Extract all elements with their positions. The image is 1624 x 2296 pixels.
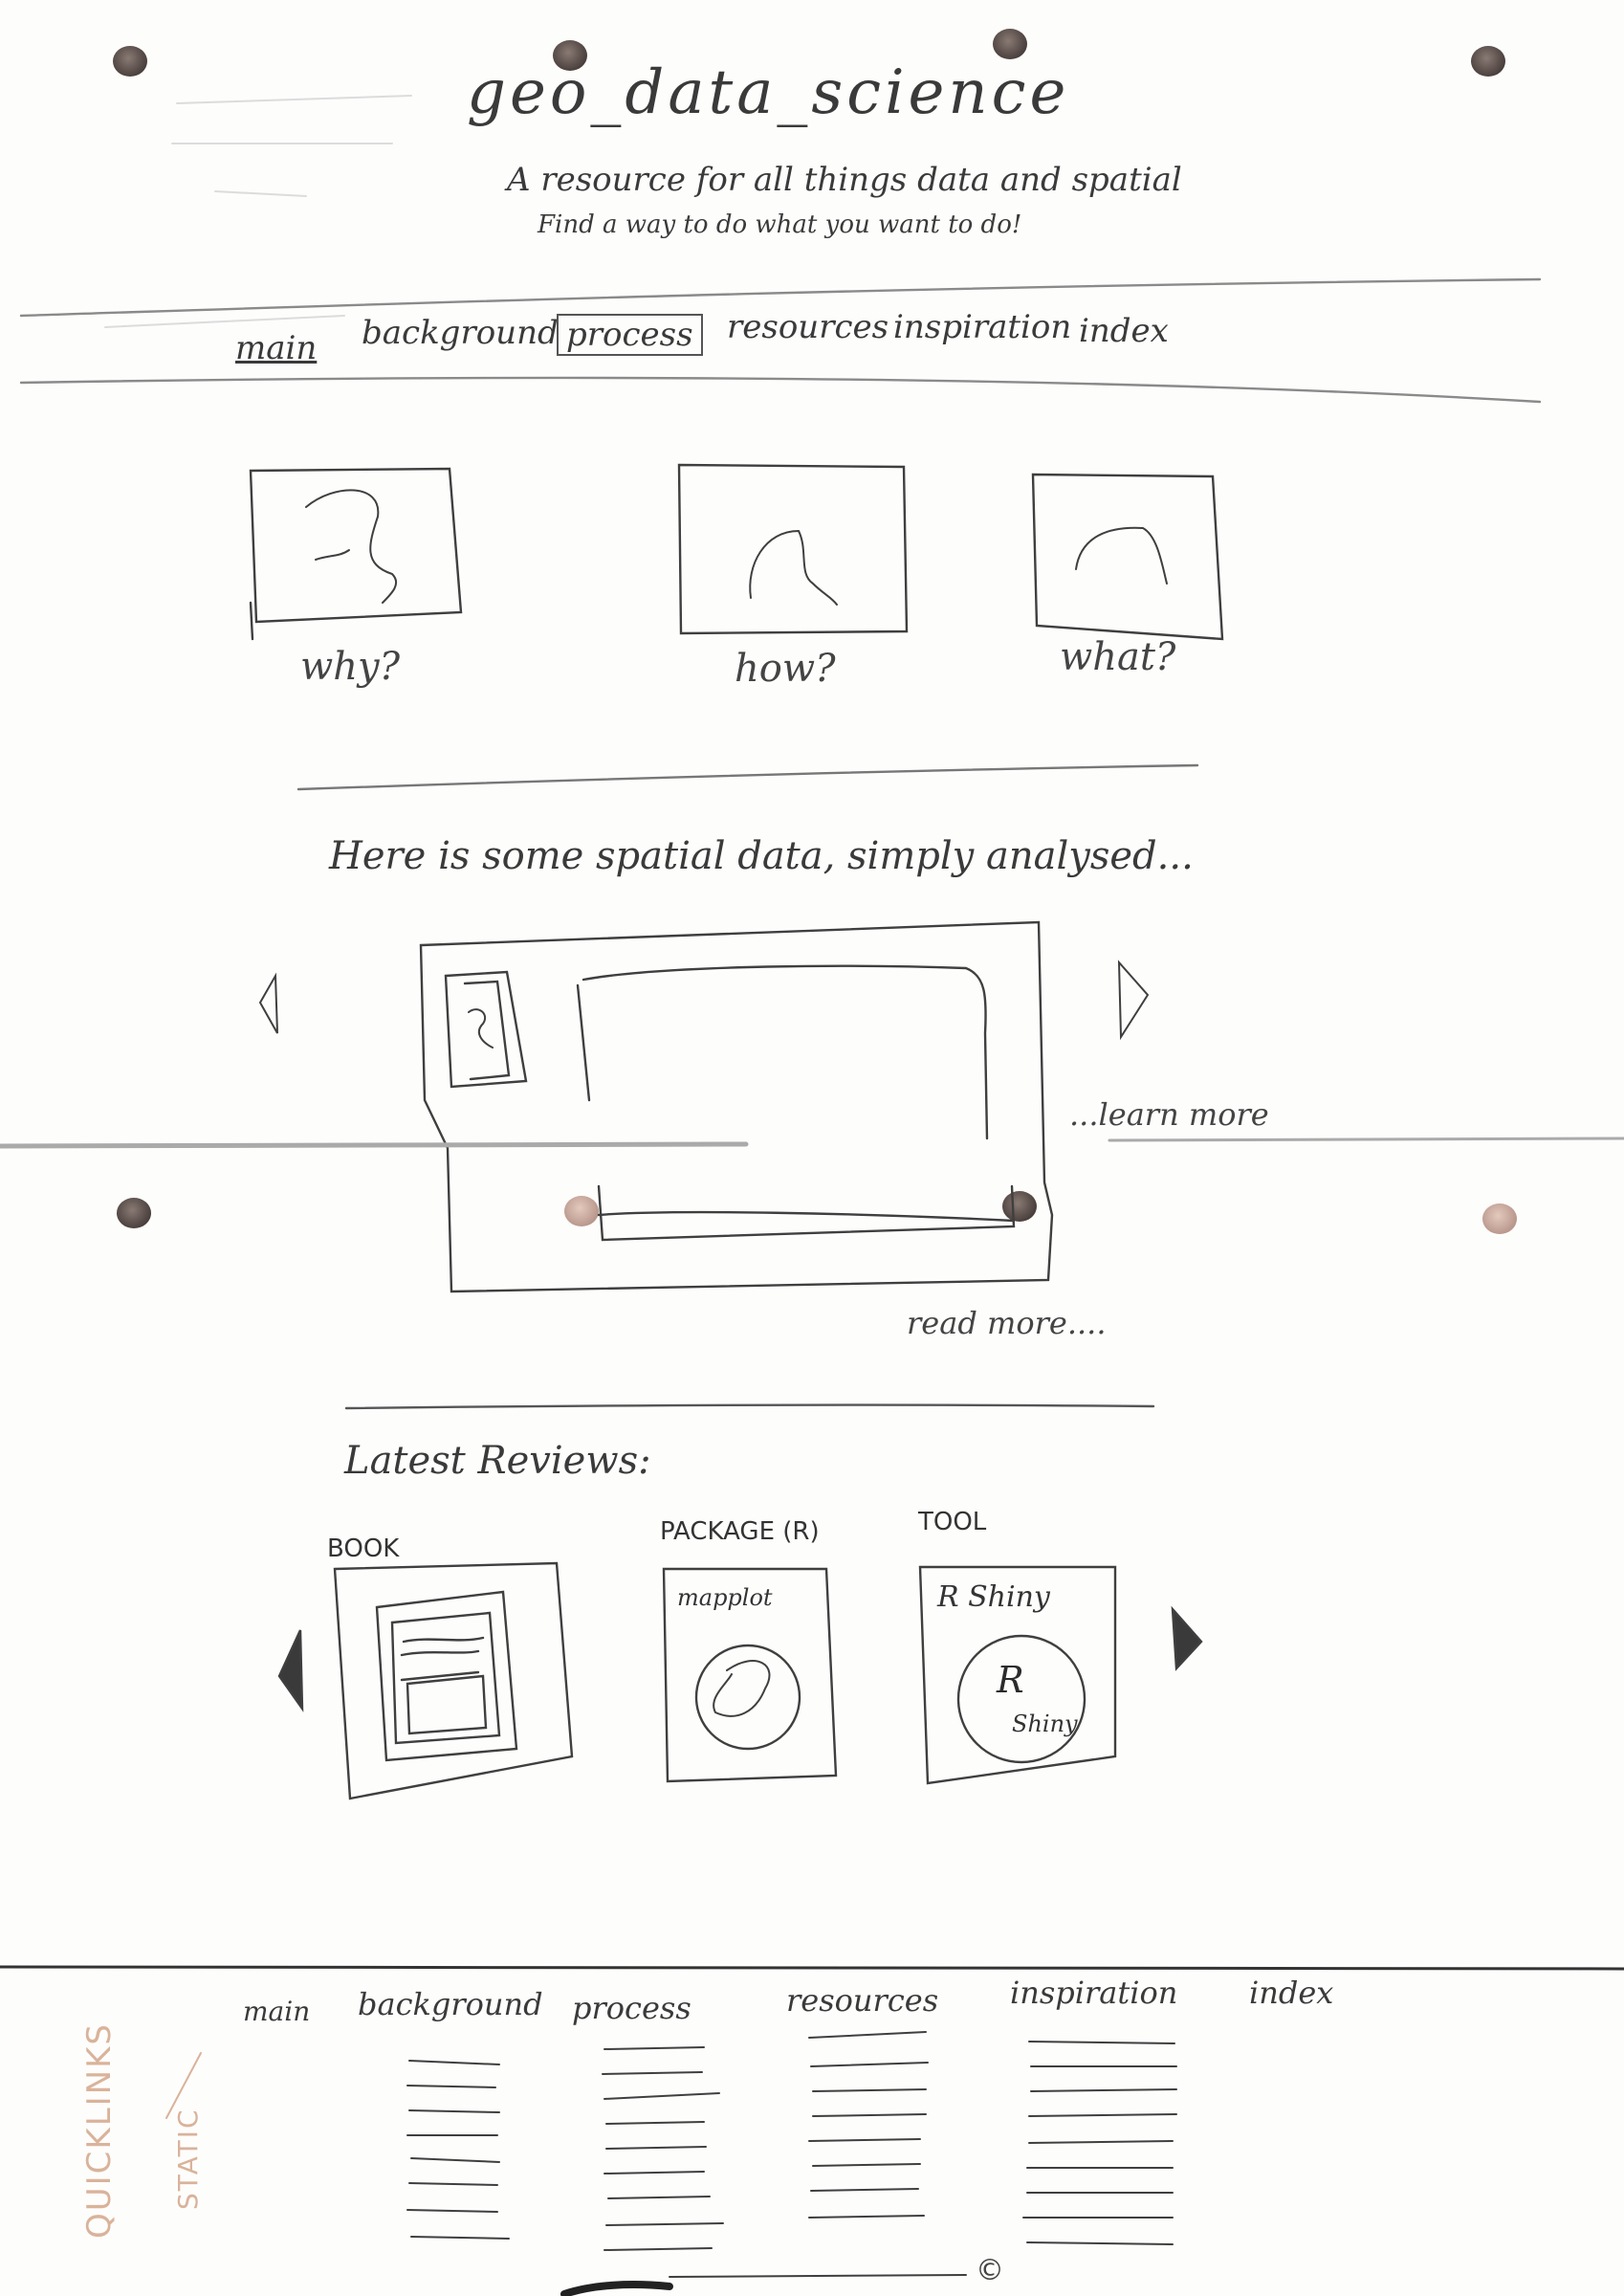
nav-index[interactable]: index xyxy=(1079,312,1169,350)
review-category: BOOK xyxy=(327,1534,400,1563)
review-card-book[interactable] xyxy=(337,1565,566,1795)
review-card-label[interactable]: mapplot xyxy=(677,1584,773,1611)
review-category: PACKAGE (R) xyxy=(660,1517,820,1546)
spatial-section-heading: Here is some spatial data, simply analys… xyxy=(329,834,1194,878)
footer-col-background[interactable]: background xyxy=(358,1986,543,2022)
footer-col-main[interactable]: main xyxy=(243,1996,310,2027)
review-card-label[interactable]: R Shiny xyxy=(937,1580,1050,1614)
carousel-next-arrow[interactable] xyxy=(1113,960,1153,1039)
intro-card-caption[interactable]: how? xyxy=(735,647,836,691)
site-title: geo_data_science xyxy=(467,57,1070,128)
read-more-link[interactable]: read more.... xyxy=(907,1305,1107,1341)
quicklinks-annotation: QUICKLINKS xyxy=(80,2022,119,2239)
nav-process[interactable]: process xyxy=(557,314,703,356)
intro-card-caption[interactable]: why? xyxy=(300,645,400,689)
footer-col-resources[interactable]: resources xyxy=(786,1982,938,2019)
nav-inspiration[interactable]: inspiration xyxy=(893,308,1071,346)
nav-main[interactable]: main xyxy=(235,329,317,367)
reviews-heading: Latest Reviews: xyxy=(344,1439,651,1483)
footer-col-process[interactable]: process xyxy=(572,1990,691,2026)
carousel-prev-arrow[interactable] xyxy=(251,974,285,1037)
reviews-next-arrow[interactable] xyxy=(1169,1605,1207,1672)
nav-resources[interactable]: resources xyxy=(727,308,889,346)
r-shiny-logo-sub: Shiny xyxy=(1012,1711,1078,1737)
review-category: TOOL xyxy=(918,1508,987,1536)
site-subtagline: Find a way to do what you want to do! xyxy=(538,210,1022,239)
r-shiny-logo-letter: R xyxy=(997,1659,1024,1701)
nav-background[interactable]: background xyxy=(362,314,559,352)
reviews-prev-arrow[interactable] xyxy=(275,1626,306,1712)
copyright-symbol: © xyxy=(976,2254,1004,2287)
static-annotation: STATIC xyxy=(172,2108,204,2210)
learn-more-link[interactable]: ...learn more xyxy=(1069,1096,1269,1133)
intro-card-caption[interactable]: what? xyxy=(1060,635,1175,679)
site-tagline: A resource for all things data and spati… xyxy=(507,161,1182,199)
footer-col-inspiration[interactable]: inspiration xyxy=(1010,1975,1177,2011)
footer-col-index[interactable]: index xyxy=(1249,1975,1333,2011)
